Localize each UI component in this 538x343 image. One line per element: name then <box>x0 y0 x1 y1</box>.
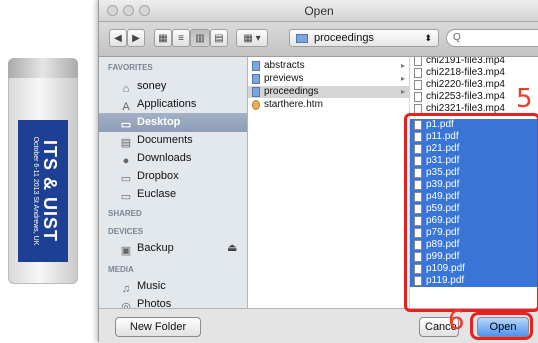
selection-highlight-annotation <box>404 113 538 312</box>
drive-icon: ▣ <box>120 245 132 257</box>
chevron-right-icon: ▸ <box>400 74 405 83</box>
usb-title: ITS & UIST <box>40 139 60 242</box>
folder-icon <box>296 34 308 43</box>
list-item[interactable]: previews ▸ <box>248 73 409 85</box>
usb-cap <box>8 58 78 78</box>
sidebar-item-downloads[interactable]: ● Downloads <box>99 149 247 168</box>
icon-view-button[interactable]: ▦ <box>154 29 172 47</box>
open-button-highlight-annotation <box>470 312 533 340</box>
arrange-button[interactable]: ▦ ▾ <box>236 29 268 47</box>
list-item[interactable]: abstracts ▸ <box>248 60 409 72</box>
list-item[interactable]: starthere.htm <box>248 99 409 111</box>
sidebar-item-desktop[interactable]: ▭ Desktop <box>99 113 247 132</box>
chevron-right-icon: ▸ <box>400 87 405 96</box>
sidebar-item-photos[interactable]: ◎ Photos <box>99 295 247 308</box>
favorites-header: FAVORITES <box>108 63 153 72</box>
list-item[interactable]: chi2218-file3.mp4 <box>410 67 538 79</box>
file-icon <box>414 57 422 66</box>
file-icon <box>414 92 422 102</box>
path-popup[interactable]: proceedings ⬍ <box>289 29 439 47</box>
file-icon <box>414 68 422 78</box>
window-title: Open <box>304 4 334 18</box>
list-item-selected[interactable]: proceedings ▸ <box>248 86 409 98</box>
folder-icon <box>252 61 260 71</box>
folder-icon <box>252 74 260 84</box>
sidebar-item-euclase[interactable]: ▭ Euclase <box>99 185 247 204</box>
sidebar: FAVORITES ⌂ soney A Applications ▭ Desktop … <box>99 57 248 308</box>
new-folder-button[interactable]: New Folder <box>115 317 201 337</box>
eject-icon[interactable]: ⏏ <box>227 239 237 258</box>
list-view-button[interactable]: ≡ <box>172 29 190 47</box>
sidebar-item-music[interactable]: ♫ Music <box>99 277 247 296</box>
sidebar-item-applications[interactable]: A Applications <box>99 95 247 114</box>
list-item[interactable]: chi2191-file3.mp4 <box>410 57 538 67</box>
usb-drive-image: ITS & UIST October 6-11 2013 St Andrews,… <box>8 58 78 284</box>
folder-icon: ▭ <box>120 191 132 203</box>
media-header: MEDIA <box>108 265 134 274</box>
annotation-number-five: 5 <box>516 84 533 114</box>
coverflow-view-button[interactable]: ▤ <box>210 29 228 47</box>
forward-button[interactable]: ▶ <box>127 29 145 47</box>
sidebar-item-documents[interactable]: ▤ Documents <box>99 131 247 150</box>
usb-subtitle: October 6-11 2013 St Andrews, UK <box>32 136 39 246</box>
camera-icon: ◎ <box>121 301 131 308</box>
usb-label: ITS & UIST October 6-11 2013 St Andrews,… <box>18 120 68 262</box>
devices-header: DEVICES <box>108 227 144 236</box>
usb-text: ITS & UIST October 6-11 2013 St Andrews,… <box>26 120 60 262</box>
titlebar: Open <box>99 0 538 22</box>
file-icon <box>414 80 422 90</box>
path-label: proceedings <box>314 32 374 44</box>
folder-icon <box>252 87 260 97</box>
popup-arrows-icon: ⬍ <box>424 33 432 43</box>
sidebar-item-dropbox[interactable]: ▭ Dropbox <box>99 167 247 186</box>
column-1: abstracts ▸ previews ▸ proceedings ▸ starth… <box>248 57 410 308</box>
column-view-button[interactable]: ▥ <box>190 29 210 47</box>
chevron-right-icon: ▸ <box>400 61 405 70</box>
annotation-number-six: 6 <box>448 306 465 336</box>
back-button[interactable]: ◀ <box>109 29 127 47</box>
shared-header: SHARED <box>108 209 142 218</box>
sidebar-item-backup[interactable]: ▣ Backup ⏏ <box>99 239 247 258</box>
search-input[interactable]: Q <box>446 29 538 47</box>
toolbar: ◀ ▶ ▦ ≡ ▥ ▤ ▦ ▾ proceedings ⬍ Q <box>99 22 538 57</box>
sidebar-item-soney[interactable]: ⌂ soney <box>99 77 247 96</box>
file-icon <box>252 100 260 110</box>
